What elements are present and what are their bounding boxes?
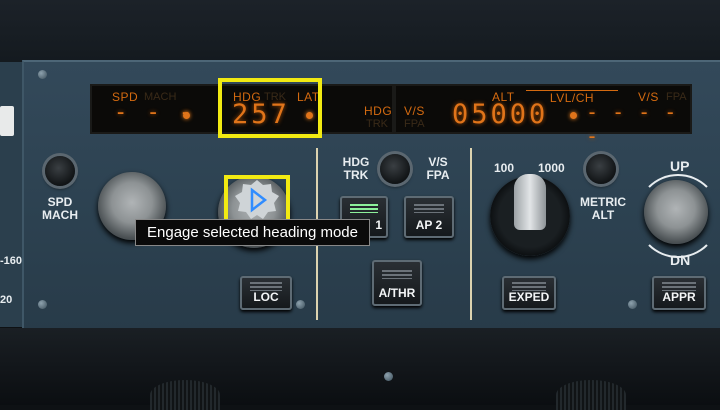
hdg-trk-label: HDG TRK: [342, 155, 370, 182]
left-adjacent-panel: -160 20: [0, 62, 24, 327]
alt-1000-label: 1000: [538, 161, 565, 175]
glareshield-lower: [0, 328, 720, 410]
spd-mach-label: SPD MACH: [42, 195, 78, 222]
appr-button[interactable]: APPR: [652, 276, 706, 310]
alt-100-label: 100: [494, 161, 515, 175]
screw: [628, 300, 637, 309]
left-panel-button[interactable]: [0, 106, 14, 136]
left-panel-label-20: 20: [0, 294, 13, 306]
ap2-indicator: [414, 204, 444, 213]
spd-mach-button[interactable]: [45, 156, 75, 186]
athr-button[interactable]: A/THR: [372, 260, 422, 306]
lower-knob[interactable]: [556, 380, 626, 410]
hdg-trk-vs-fpa-button[interactable]: [380, 154, 410, 184]
appr-label: APPR: [662, 290, 696, 304]
hdg-display-highlight: [218, 78, 322, 138]
vs-dn-label: DN: [670, 252, 691, 268]
tooltip: Engage selected heading mode: [135, 219, 370, 246]
background-top: [0, 0, 720, 62]
screw: [384, 372, 393, 381]
screw: [38, 300, 47, 309]
alt-vs-display: V/S TRK FPA ALT LVL/CH V/S FPA 05000 - -…: [366, 84, 692, 148]
exped-button[interactable]: EXPED: [502, 276, 556, 310]
athr-indicator: [382, 270, 412, 279]
hdg-mode-label: HDG: [364, 104, 393, 118]
vs-value: - - - - -: [586, 100, 678, 148]
alt-managed-dot: [570, 112, 577, 119]
athr-label: A/THR: [378, 286, 416, 300]
alt-value: 05000: [452, 99, 549, 130]
fpa-dim-label: FPA: [404, 118, 425, 130]
vs-up-label: UP: [670, 158, 690, 174]
heading-knob-highlight: [224, 175, 290, 225]
vertical-speed-knob[interactable]: [644, 180, 708, 244]
trk-dim-label: TRK: [366, 118, 388, 130]
ap2-label: AP 2: [415, 218, 443, 232]
vs-mode-label: V/S: [404, 104, 425, 118]
screw: [296, 300, 305, 309]
vs-fpa-label: V/S FPA: [426, 155, 450, 182]
metric-alt-button[interactable]: [586, 154, 616, 184]
exped-label: EXPED: [508, 290, 550, 304]
spd-managed-dot: [183, 112, 190, 119]
screw: [38, 70, 47, 79]
lower-knob[interactable]: [150, 380, 220, 410]
alt-knob-grip[interactable]: [514, 174, 546, 230]
left-panel-label-160: -160: [0, 255, 23, 267]
ap2-button[interactable]: AP 2: [404, 196, 454, 238]
loc-label: LOC: [253, 290, 279, 304]
metric-alt-label: METRIC ALT: [580, 195, 626, 222]
ap1-indicator: [350, 204, 378, 213]
divider: [470, 148, 472, 320]
loc-button[interactable]: LOC: [240, 276, 292, 310]
